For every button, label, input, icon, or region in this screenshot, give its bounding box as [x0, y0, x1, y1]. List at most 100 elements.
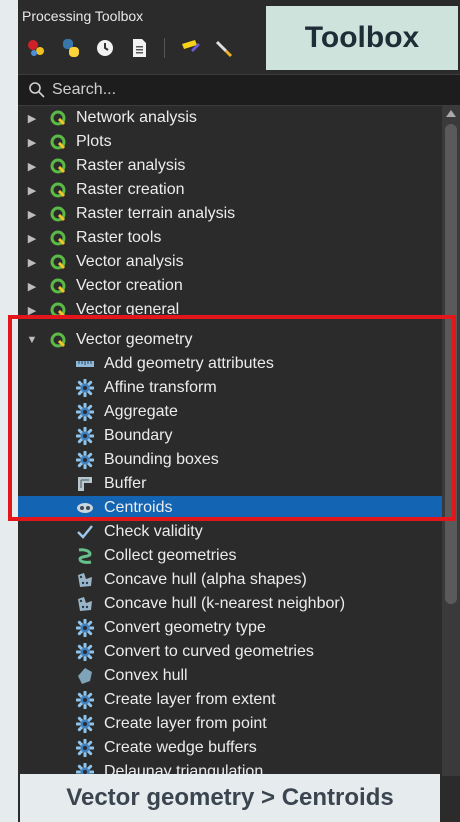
algorithm-create-wedge-buffers[interactable]: Create wedge buffers	[18, 736, 442, 760]
algorithm-affine-transform[interactable]: Affine transform	[18, 376, 442, 400]
tree-group-raster-terrain-analysis[interactable]: ▶ Raster terrain analysis	[18, 202, 442, 226]
qgis-icon	[50, 158, 66, 174]
algorithm-add-geometry-attributes[interactable]: Add geometry attributes	[18, 352, 442, 376]
tree-group-plots[interactable]: ▶ Plots	[18, 130, 442, 154]
algorithm-convert-geometry-type[interactable]: Convert geometry type	[18, 616, 442, 640]
expand-arrow-icon[interactable]: ▶	[24, 136, 40, 149]
qgis-icon	[50, 230, 66, 246]
algorithm-label: Aggregate	[104, 403, 178, 420]
tree-group-label: Raster analysis	[76, 157, 186, 174]
models-icon[interactable]	[26, 37, 48, 59]
search-icon	[29, 82, 45, 98]
gear-icon	[76, 643, 94, 661]
algorithm-label: Buffer	[104, 475, 147, 492]
scroll-thumb[interactable]	[445, 124, 457, 604]
qgis-icon	[50, 278, 66, 294]
gear-icon	[76, 691, 94, 709]
toolbox-toolbar	[26, 34, 235, 62]
caption-banner: Vector geometry > Centroids	[20, 774, 440, 822]
toolbox-badge: Toolbox	[266, 6, 458, 70]
tree-group-raster-tools[interactable]: ▶ Raster tools	[18, 226, 442, 250]
qgis-icon	[50, 182, 66, 198]
gear-icon	[76, 715, 94, 733]
algorithm-label: Create layer from extent	[104, 691, 276, 708]
algorithm-convert-to-curved[interactable]: Convert to curved geometries	[18, 640, 442, 664]
algorithm-centroids[interactable]: Centroids	[18, 496, 442, 520]
algorithm-label: Concave hull (k-nearest neighbor)	[104, 595, 346, 612]
history-icon[interactable]	[94, 37, 116, 59]
toolbar-separator	[164, 38, 165, 58]
tree-scrollbar[interactable]	[442, 106, 460, 776]
concave-hull-icon	[76, 571, 94, 589]
tree-group-vector-general[interactable]: ▶ Vector general	[18, 298, 442, 322]
algorithm-create-layer-from-extent[interactable]: Create layer from extent	[18, 688, 442, 712]
tree-group-label: Vector geometry	[76, 331, 193, 348]
algorithm-label: Check validity	[104, 523, 203, 540]
algorithm-convex-hull[interactable]: Convex hull	[18, 664, 442, 688]
tree-group-raster-analysis[interactable]: ▶ Raster analysis	[18, 154, 442, 178]
algorithm-label: Collect geometries	[104, 547, 237, 564]
centroids-icon	[76, 499, 94, 517]
qgis-icon	[50, 332, 66, 348]
algorithm-bounding-boxes[interactable]: Bounding boxes	[18, 448, 442, 472]
algorithm-label: Convert to curved geometries	[104, 643, 314, 660]
algorithm-label: Boundary	[104, 427, 173, 444]
algorithm-concave-hull-alpha[interactable]: Concave hull (alpha shapes)	[18, 568, 442, 592]
gear-icon	[76, 379, 94, 397]
expand-arrow-icon[interactable]: ▶	[24, 280, 40, 293]
gear-icon	[76, 619, 94, 637]
tree-group-label: Vector analysis	[76, 253, 184, 270]
buffer-icon	[76, 475, 94, 493]
expand-arrow-icon[interactable]: ▶	[24, 256, 40, 269]
qgis-icon	[50, 302, 66, 318]
collapse-arrow-icon[interactable]: ▼	[24, 334, 40, 346]
tree-group-vector-geometry[interactable]: ▼ Vector geometry	[18, 328, 442, 352]
tree-group-label: Network analysis	[76, 109, 197, 126]
algorithm-label: Concave hull (alpha shapes)	[104, 571, 307, 588]
expand-arrow-icon[interactable]: ▶	[24, 112, 40, 125]
tree-group-label: Raster terrain analysis	[76, 205, 236, 222]
tree-group-vector-creation[interactable]: ▶ Vector creation	[18, 274, 442, 298]
algorithm-concave-hull-knn[interactable]: Concave hull (k-nearest neighbor)	[18, 592, 442, 616]
results-icon[interactable]	[128, 37, 150, 59]
expand-arrow-icon[interactable]: ▶	[24, 304, 40, 317]
algorithm-label: Centroids	[104, 499, 173, 516]
options-icon[interactable]	[213, 37, 235, 59]
algorithm-buffer[interactable]: Buffer	[18, 472, 442, 496]
algorithm-tree: ▶ Network analysis ▶ Plots ▶ Raster anal…	[18, 106, 442, 776]
tree-group-raster-creation[interactable]: ▶ Raster creation	[18, 178, 442, 202]
expand-arrow-icon[interactable]: ▶	[24, 184, 40, 197]
gear-icon	[76, 451, 94, 469]
algorithm-collect-geometries[interactable]: Collect geometries	[18, 544, 442, 568]
convex-hull-icon	[76, 667, 94, 685]
tree-group-vector-analysis[interactable]: ▶ Vector analysis	[18, 250, 442, 274]
search-input[interactable]	[52, 78, 432, 102]
algorithm-check-validity[interactable]: Check validity	[18, 520, 442, 544]
algorithm-label: Create layer from point	[104, 715, 267, 732]
algorithm-aggregate[interactable]: Aggregate	[18, 400, 442, 424]
scroll-up-arrow-icon[interactable]	[446, 110, 456, 117]
algorithm-label: Convex hull	[104, 667, 188, 684]
qgis-icon	[50, 206, 66, 222]
ruler-icon	[76, 355, 94, 373]
expand-arrow-icon[interactable]: ▶	[24, 232, 40, 245]
algorithm-label: Affine transform	[104, 379, 217, 396]
gear-icon	[76, 403, 94, 421]
tree-group-label: Plots	[76, 133, 112, 150]
tree-group-network-analysis[interactable]: ▶ Network analysis	[18, 106, 442, 130]
algorithm-boundary[interactable]: Boundary	[18, 424, 442, 448]
qgis-icon	[50, 134, 66, 150]
algorithm-label: Create wedge buffers	[104, 739, 257, 756]
concave-hull-icon	[76, 595, 94, 613]
python-icon[interactable]	[60, 37, 82, 59]
gear-icon	[76, 427, 94, 445]
tree-group-label: Vector general	[76, 301, 180, 318]
tree-group-label: Vector creation	[76, 277, 183, 294]
edit-features-icon[interactable]	[179, 37, 201, 59]
expand-arrow-icon[interactable]: ▶	[24, 160, 40, 173]
algorithm-label: Bounding boxes	[104, 451, 219, 468]
expand-arrow-icon[interactable]: ▶	[24, 208, 40, 221]
algorithm-create-layer-from-point[interactable]: Create layer from point	[18, 712, 442, 736]
gear-icon	[76, 739, 94, 757]
qgis-icon	[50, 110, 66, 126]
